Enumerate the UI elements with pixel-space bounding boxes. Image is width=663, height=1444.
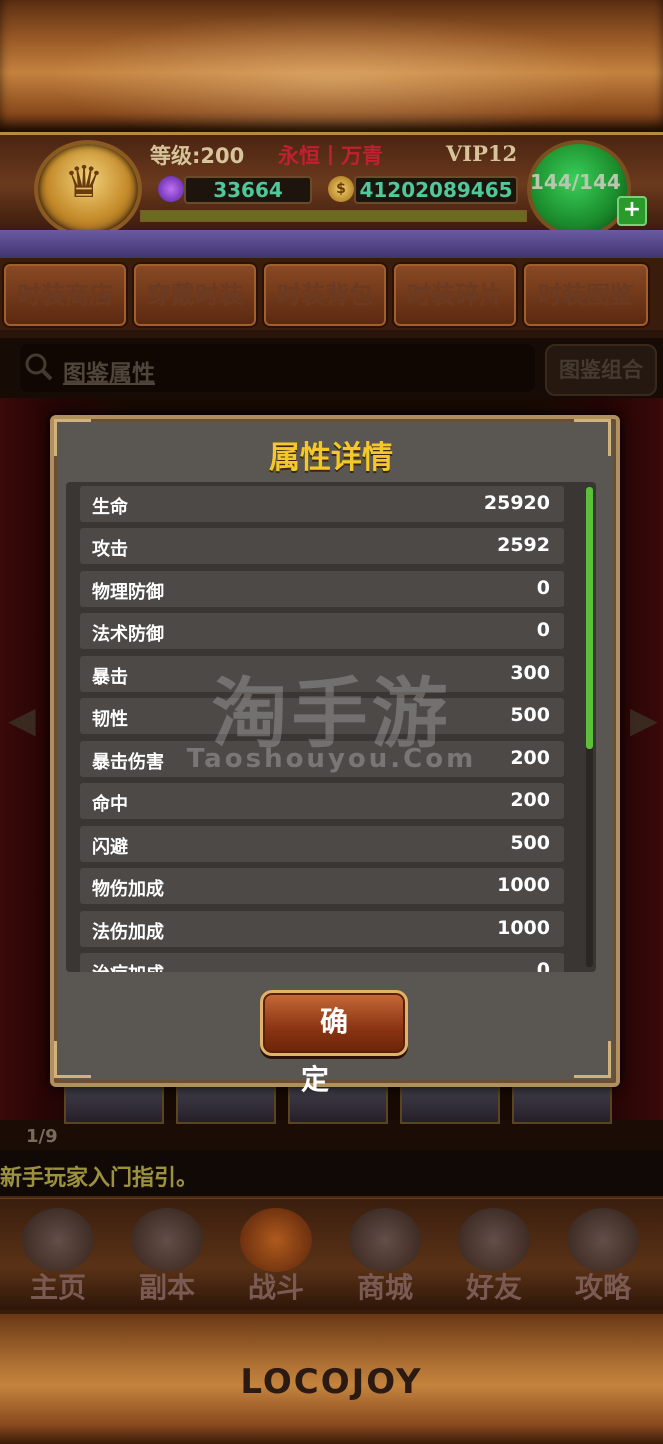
attribute-value: 2592 [497, 534, 550, 556]
top-banner [0, 0, 663, 132]
attribute-value: 200 [510, 789, 550, 811]
attribute-value: 0 [536, 577, 550, 599]
nav-shop[interactable]: 商城 [331, 1200, 439, 1308]
dialog-title: 属性详情 [269, 440, 393, 476]
add-energy-button[interactable]: + [617, 196, 647, 226]
corner-ornament [54, 1041, 91, 1078]
attribute-label: 命中 [92, 794, 128, 815]
shop-monster-icon [349, 1208, 421, 1272]
tab-fashion-bag[interactable]: 时装背包 [262, 262, 388, 328]
nav-label: 战斗 [247, 1271, 304, 1304]
attribute-label: 法术防御 [92, 624, 164, 645]
attribute-row: 物理防御 0 [80, 571, 564, 607]
tab-fashion-shop[interactable]: 时装商店 [2, 262, 128, 328]
attribute-value: 25920 [483, 492, 550, 514]
vip-level: VIP12 [446, 141, 518, 166]
player-guild: 永恒丨万青 [278, 144, 383, 168]
book-icon [567, 1208, 639, 1272]
watermark-sub: Taoshouyou.Com [186, 744, 477, 774]
attribute-label: 攻击 [92, 539, 128, 560]
nav-label: 攻略 [574, 1271, 631, 1304]
attribute-value: 500 [510, 832, 550, 854]
gold-count: 41202089465 [354, 176, 518, 204]
crown-icon: ♛ [64, 157, 104, 208]
attribute-label: 物理防御 [92, 582, 164, 603]
gold-coin-icon: $ [328, 176, 354, 202]
locojoy-logo: LOCOJOY [240, 1362, 423, 1402]
attribute-row: 法伤加成 1000 [80, 911, 564, 947]
nav-home[interactable]: 主页 [4, 1200, 112, 1308]
attribute-value: 1000 [497, 917, 550, 939]
attribute-label: 法伤加成 [92, 922, 164, 943]
attribute-row: 攻击 2592 [80, 528, 564, 564]
attribute-row: 生命 25920 [80, 486, 564, 522]
tab-fashion-gallery[interactable]: 时装图鉴 [522, 262, 650, 328]
nav-dungeon[interactable]: 副本 [113, 1200, 221, 1308]
attribute-value: 1000 [497, 874, 550, 896]
confirm-button[interactable]: 确 定 [260, 990, 408, 1096]
attribute-value: 0 [536, 619, 550, 641]
nav-label: 好友 [465, 1271, 522, 1304]
attribute-label: 闪避 [92, 837, 128, 858]
xp-bar [140, 210, 527, 222]
attribute-row: 治疗加成 0 [80, 953, 564, 972]
nav-friends[interactable]: 好友 [440, 1200, 548, 1308]
attribute-label: 物伤加成 [92, 879, 164, 900]
nav-label: 副本 [138, 1271, 195, 1304]
attribute-row: 物伤加成 1000 [80, 868, 564, 904]
nav-label: 商城 [356, 1271, 413, 1304]
friends-icon [458, 1208, 530, 1272]
attribute-row: 闪避 500 [80, 826, 564, 862]
gem-icon [158, 176, 184, 202]
attribute-value: 0 [536, 959, 550, 972]
battle-axe-icon [240, 1208, 312, 1272]
corner-ornament [574, 1041, 611, 1078]
nav-battle[interactable]: 战斗 [222, 1200, 330, 1308]
attribute-row: 命中 200 [80, 783, 564, 819]
gems-count: 33664 [184, 176, 312, 204]
energy-count: 144/144 [530, 170, 621, 194]
nav-guide[interactable]: 攻略 [549, 1200, 657, 1308]
nav-label: 主页 [29, 1271, 86, 1304]
attribute-label: 生命 [92, 497, 128, 518]
attribute-label: 治疗加成 [92, 960, 164, 972]
player-level: 等级:200 [150, 144, 245, 168]
skull-icon [131, 1208, 203, 1272]
house-icon [22, 1208, 94, 1272]
tab-wear-fashion[interactable]: 穿戴时装 [132, 262, 258, 328]
tab-fashion-fragments[interactable]: 时装碎片 [392, 262, 518, 328]
attribute-row: 法术防御 0 [80, 613, 564, 649]
